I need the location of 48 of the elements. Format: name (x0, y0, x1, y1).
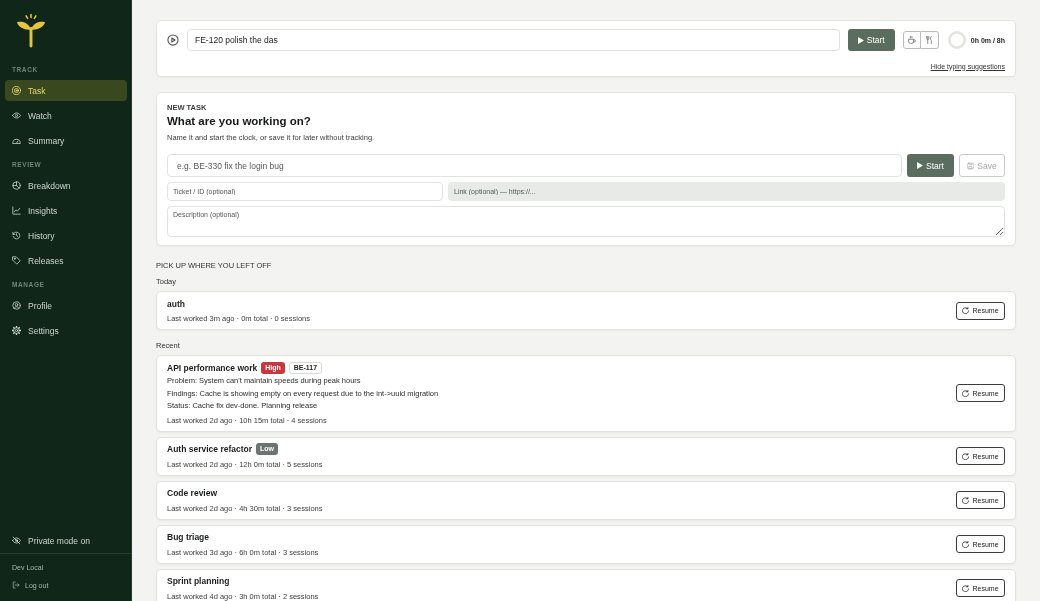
logout-icon (12, 581, 20, 589)
sidebar-item[interactable]: Watch (5, 105, 127, 126)
gauge-icon (12, 136, 21, 145)
private-mode-toggle[interactable]: Private mode on (5, 530, 127, 551)
refresh-icon (962, 452, 970, 460)
cup-icon (907, 36, 916, 44)
pie-chart-icon (12, 181, 21, 190)
cup-button[interactable] (902, 31, 921, 49)
line-chart-icon (12, 206, 21, 215)
task-title: Auth service refactor (167, 443, 253, 455)
refresh-icon (962, 307, 970, 314)
target-icon (12, 86, 21, 95)
task-title: Sprint planning (167, 575, 230, 587)
task-name-field[interactable]: e.g. BE-330 fix the login bug (167, 154, 902, 177)
task-title: auth (167, 297, 185, 310)
refresh-icon (962, 496, 970, 504)
save-icon (967, 161, 975, 170)
refresh-icon (962, 540, 970, 548)
ring-icon (947, 31, 966, 49)
play-icon (917, 162, 923, 169)
fork-knife-icon (925, 36, 934, 44)
task-title: API performance work (167, 361, 258, 374)
sidebar-item[interactable]: Settings (5, 320, 127, 341)
refresh-icon (962, 389, 970, 397)
task-title: Code review (167, 487, 218, 499)
tag-icon (12, 256, 21, 265)
sidebar-item[interactable]: Summary (5, 130, 127, 151)
sidebar-item[interactable]: Task (5, 80, 127, 101)
settings-icon (12, 326, 21, 335)
start-button[interactable]: Start (847, 29, 895, 51)
start-button[interactable]: Start (907, 154, 954, 177)
sidebar-item[interactable]: History (5, 225, 127, 246)
play-icon (857, 36, 864, 44)
sidebar-item[interactable]: Releases (5, 250, 127, 271)
sidebar-item[interactable]: Insights (5, 200, 127, 221)
refresh-icon (962, 584, 970, 592)
sidebar-item[interactable]: Breakdown (5, 175, 127, 196)
task-input[interactable]: FE-120 polish the das (187, 29, 840, 51)
task-title: Bug triage (167, 531, 210, 543)
user-icon (12, 301, 21, 310)
play-circle-icon (167, 34, 179, 46)
eye-off-icon (12, 536, 21, 545)
eye-icon (12, 111, 21, 120)
fork-knife-button[interactable] (920, 31, 939, 49)
card-title: What are you working on? (167, 114, 312, 129)
sprout-logo (15, 13, 47, 48)
sidebar-item[interactable]: Profile (5, 295, 127, 316)
history-icon (12, 231, 21, 240)
